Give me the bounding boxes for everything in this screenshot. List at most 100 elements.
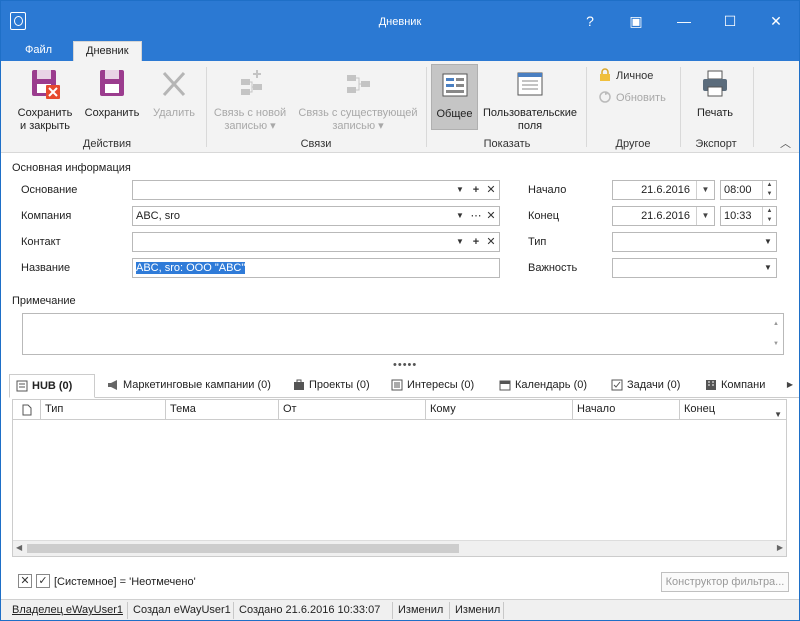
basis-add-icon[interactable]: + <box>469 181 483 199</box>
end-date-dropdown-icon[interactable]: ▼ <box>696 207 714 225</box>
status-separator <box>449 602 450 619</box>
tab-calendar-label: Календарь (0) <box>515 379 588 391</box>
ribbon-separator <box>586 67 587 147</box>
link-new-record-button[interactable]: Связь с новой записью ▾ <box>209 67 291 133</box>
company-browse-icon[interactable]: ⋯ <box>469 207 483 225</box>
user-fields-label-1: Пользовательские <box>483 107 577 119</box>
importance-dropdown-icon[interactable]: ▼ <box>761 259 775 277</box>
end-date-field[interactable]: 21.6.2016 ▼ <box>612 206 715 226</box>
personal-label: Личное <box>616 70 654 82</box>
tasks-icon <box>611 379 623 391</box>
end-date-value: 21.6.2016 <box>641 210 690 222</box>
clear-filter-icon[interactable]: ✕ <box>18 574 32 588</box>
link-existing-label-1: Связь с существующей <box>298 107 418 119</box>
tab-interests[interactable]: Интересы (0) <box>385 374 474 398</box>
minimize-button[interactable]: — <box>661 1 707 41</box>
ribbon-tab-file[interactable]: Файл <box>13 41 64 61</box>
tab-marketing-campaigns[interactable]: Маркетинговые кампании (0) <box>101 374 271 398</box>
save-close-icon <box>32 70 60 99</box>
tab-tasks[interactable]: Задачи (0) <box>605 374 680 398</box>
end-time-field[interactable]: 10:33 ▲ ▼ <box>720 206 777 226</box>
basis-dropdown-icon[interactable]: ▼ <box>453 181 467 199</box>
contact-field[interactable]: ▼ + ✕ <box>132 232 500 252</box>
general-view-button[interactable]: Общее <box>431 64 478 130</box>
status-separator <box>503 602 504 619</box>
collapse-ribbon-icon[interactable]: ︿ <box>780 135 791 151</box>
type-select[interactable]: ▼ <box>612 232 777 252</box>
save-close-button[interactable]: Сохранить и закрыть <box>11 67 79 133</box>
tab-marketing-label: Маркетинговые кампании (0) <box>123 379 271 391</box>
start-date-field[interactable]: 21.6.2016 ▼ <box>612 180 715 200</box>
owner-link[interactable]: Владелец eWayUser1 <box>12 604 123 616</box>
tab-hub[interactable]: HUB (0) <box>9 374 95 398</box>
end-time-spinner-icon[interactable]: ▲ ▼ <box>762 207 776 225</box>
column-from[interactable]: От <box>279 400 426 420</box>
restore-ribbon-button[interactable]: ▣ <box>613 1 659 41</box>
column-icon[interactable] <box>13 400 41 420</box>
grid-horizontal-scrollbar[interactable]: ◀ ▶ <box>13 540 786 556</box>
company-icon <box>706 380 716 390</box>
printer-icon <box>703 70 727 97</box>
contact-clear-icon[interactable]: ✕ <box>484 233 498 251</box>
scroll-left-icon[interactable]: ◀ <box>16 543 22 552</box>
grid-header: Тип Тема От Кому Начало Конец ▼ <box>13 400 786 420</box>
link-new-label-1: Связь с новой <box>213 107 287 119</box>
link-existing-record-button[interactable]: Связь с существующей записью ▾ <box>295 67 421 133</box>
changed-by-text: Изменил <box>398 604 444 616</box>
ribbon-separator <box>206 67 207 147</box>
tab-calendar[interactable]: Календарь (0) <box>493 374 587 398</box>
group-other-label: Другое <box>615 138 651 150</box>
column-end[interactable]: Конец ▼ <box>680 400 786 420</box>
column-subject[interactable]: Тема <box>166 400 279 420</box>
refresh-button[interactable]: Обновить <box>599 91 666 104</box>
start-label: Начало <box>528 184 567 196</box>
note-scrollbar[interactable]: ▲ ▼ <box>769 314 783 354</box>
start-time-spinner-icon[interactable]: ▲ ▼ <box>762 181 776 199</box>
tabs-scroll-right-icon[interactable]: ▶ <box>787 380 793 389</box>
maximize-button[interactable]: ☐ <box>707 1 753 41</box>
note-textarea[interactable]: ▲ ▼ <box>22 313 784 355</box>
contact-dropdown-icon[interactable]: ▼ <box>453 233 467 251</box>
personal-button[interactable]: Личное <box>599 68 653 82</box>
user-fields-button[interactable]: Пользовательские поля <box>481 67 579 133</box>
help-button[interactable]: ? <box>567 1 613 41</box>
delete-button[interactable]: Удалить <box>147 67 201 120</box>
tab-companies[interactable]: Компани <box>699 374 775 398</box>
print-button[interactable]: Печать <box>685 67 745 120</box>
column-to[interactable]: Кому <box>426 400 573 420</box>
importance-select[interactable]: ▼ <box>612 258 777 278</box>
column-start[interactable]: Начало <box>573 400 680 420</box>
print-label: Печать <box>696 107 734 119</box>
tab-projects[interactable]: Проекты (0) <box>287 374 370 398</box>
company-field[interactable]: ABC, sro ▼ ⋯ ✕ <box>132 206 500 226</box>
link-existing-label-2: записью ▾ <box>332 120 384 132</box>
tab-hub-label: HUB (0) <box>32 380 73 392</box>
filter-text[interactable]: [Системное] = 'Неотмечено' <box>54 576 196 588</box>
start-date-dropdown-icon[interactable]: ▼ <box>696 181 714 199</box>
tab-companies-label: Компани <box>721 379 766 391</box>
status-bar: Владелец eWayUser1 Создал eWayUser1 Созд… <box>1 599 799 620</box>
status-separator <box>233 602 234 619</box>
delete-icon <box>162 71 186 97</box>
save-button[interactable]: Сохранить <box>81 67 143 120</box>
basis-field[interactable]: ▼ + ✕ <box>132 180 500 200</box>
column-type[interactable]: Тип <box>41 400 166 420</box>
status-separator <box>392 602 393 619</box>
company-dropdown-icon[interactable]: ▼ <box>453 207 467 225</box>
name-field[interactable]: ABC, sro: ООО "ABC" <box>132 258 500 278</box>
splitter-handle[interactable]: ••••• <box>393 359 417 371</box>
document-icon <box>22 404 32 416</box>
group-export-label: Экспорт <box>695 138 737 150</box>
basis-clear-icon[interactable]: ✕ <box>484 181 498 199</box>
scrollbar-thumb[interactable] <box>27 544 459 553</box>
scroll-right-icon[interactable]: ▶ <box>777 543 783 552</box>
filter-enabled-checkbox[interactable]: ✓ <box>36 574 50 588</box>
column-end-dropdown-icon[interactable]: ▼ <box>774 405 782 424</box>
contact-add-icon[interactable]: + <box>469 233 483 251</box>
type-dropdown-icon[interactable]: ▼ <box>761 233 775 251</box>
close-button[interactable]: ✕ <box>753 1 799 41</box>
filter-builder-button[interactable]: Конструктор фильтра... <box>661 572 789 592</box>
ribbon-tab-diary[interactable]: Дневник <box>73 41 142 61</box>
start-time-field[interactable]: 08:00 ▲ ▼ <box>720 180 777 200</box>
company-clear-icon[interactable]: ✕ <box>484 207 498 225</box>
